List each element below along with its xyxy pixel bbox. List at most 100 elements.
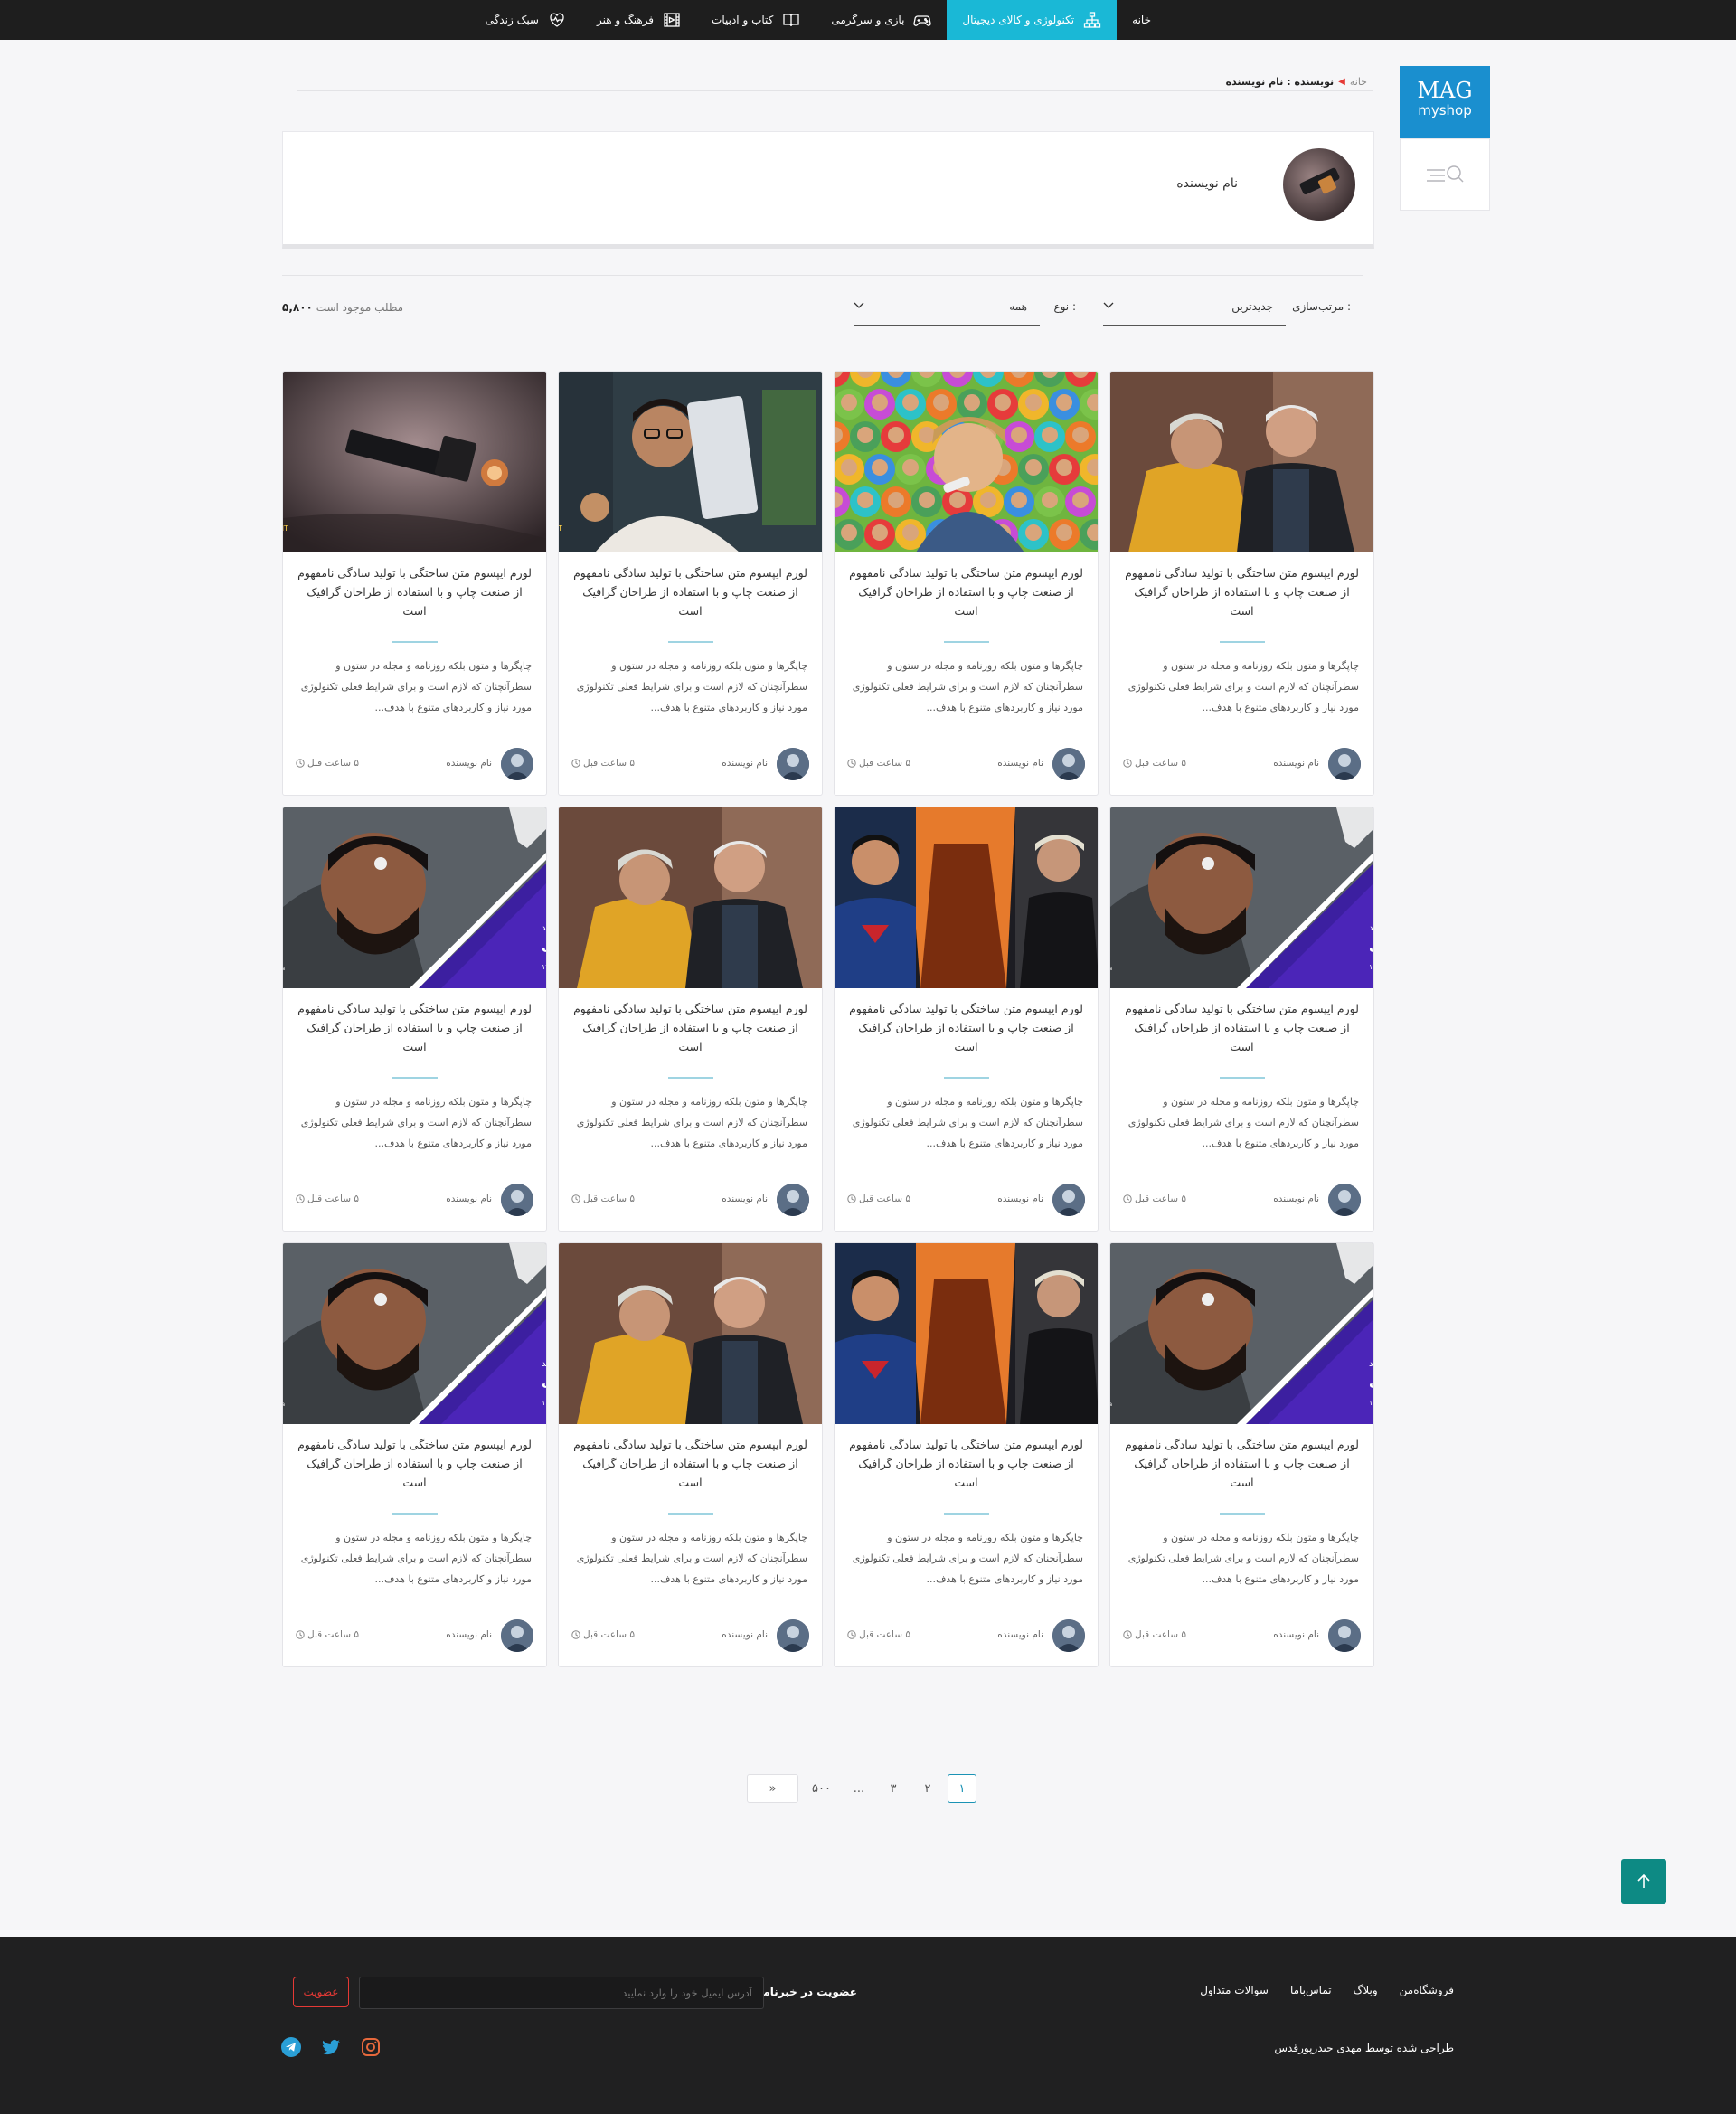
article-thumbnail[interactable]: راهنمای خرید هندزفری بلوتوثی تیرماه ۱۴۰۲ di… (283, 807, 546, 988)
telegram-icon[interactable] (280, 2036, 302, 2058)
author-avatar[interactable] (777, 1619, 809, 1652)
clock-icon (847, 759, 856, 768)
article-card[interactable]: راهنمای خرید هندزفری بلوتوثی تیرماه ۱۴۰۲ di… (1109, 807, 1374, 1232)
article-title[interactable]: لورم ایپسوم متن ساختگی با تولید سادگی نا… (1123, 1435, 1361, 1492)
site-logo[interactable]: MAG myshop (1400, 66, 1490, 138)
article-title[interactable]: لورم ایپسوم متن ساختگی با تولید سادگی نا… (296, 563, 533, 620)
author-name[interactable]: نام نویسنده (1273, 1629, 1319, 1640)
author-name[interactable]: نام نویسنده (446, 1629, 492, 1640)
search-filter-button[interactable] (1400, 138, 1490, 211)
article-card[interactable]: راهنمای خرید هندزفری بلوتوثی تیرماه ۱۴۰۲ di… (282, 807, 547, 1232)
nav-item-label: خانه (1132, 14, 1151, 26)
article-card[interactable]: لورم ایپسوم متن ساختگی با تولید سادگی نا… (1109, 371, 1374, 796)
article-title[interactable]: لورم ایپسوم متن ساختگی با تولید سادگی نا… (571, 1435, 809, 1492)
article-title[interactable]: لورم ایپسوم متن ساختگی با تولید سادگی نا… (571, 563, 809, 620)
article-thumbnail[interactable] (835, 372, 1098, 552)
article-card[interactable]: لورم ایپسوم متن ساختگی با تولید سادگی نا… (558, 1242, 823, 1667)
author-name[interactable]: نام نویسنده (997, 1194, 1043, 1204)
breadcrumb-home[interactable]: خانه (1350, 76, 1367, 88)
nav-item-culture[interactable]: فرهنگ و هنر (581, 0, 696, 40)
nav-item-lifestyle[interactable]: سبک زندگی (470, 0, 581, 40)
article-card[interactable]: راهنمای خرید هندزفری بلوتوثی تیرماه ۱۴۰۲ di… (282, 1242, 547, 1667)
article-card[interactable]: لورم ایپسوم متن ساختگی با تولید سادگی نا… (834, 807, 1099, 1232)
author-name[interactable]: نام نویسنده (722, 1629, 768, 1640)
article-thumbnail[interactable]: EXIT.ZOOMIT (559, 372, 822, 552)
nav-item-games[interactable]: بازی و سرگرمی (816, 0, 947, 40)
author-name[interactable]: نام نویسنده (722, 1194, 768, 1204)
article-card[interactable]: لورم ایپسوم متن ساختگی با تولید سادگی نا… (558, 807, 823, 1232)
svg-text:EXIT.ZOOMIT: EXIT.ZOOMIT (559, 524, 562, 533)
article-title[interactable]: لورم ایپسوم متن ساختگی با تولید سادگی نا… (847, 999, 1085, 1056)
author-name[interactable]: نام نویسنده (997, 1629, 1043, 1640)
author-avatar[interactable] (1052, 1184, 1085, 1216)
author-name[interactable]: نام نویسنده (722, 758, 768, 769)
title-divider (944, 1513, 989, 1515)
main-menu: خانه تکنولوژی و کالای دیجیتال بازی و سرگ… (470, 0, 1166, 40)
page-2[interactable]: ۲ (913, 1774, 942, 1803)
article-title[interactable]: لورم ایپسوم متن ساختگی با تولید سادگی نا… (571, 999, 809, 1056)
heart-pulse-icon (550, 13, 564, 27)
page-1[interactable]: ۱ (947, 1774, 976, 1803)
article-thumbnail[interactable] (559, 807, 822, 988)
author-name[interactable]: نام نویسنده (1273, 1194, 1319, 1204)
article-title[interactable]: لورم ایپسوم متن ساختگی با تولید سادگی نا… (847, 1435, 1085, 1492)
article-card[interactable]: EXIT.ZOOMIT لورم ایپسوم متن ساختگی با تو… (558, 371, 823, 796)
filter-divider (282, 275, 1363, 276)
article-thumbnail[interactable] (1110, 372, 1373, 552)
newsletter-email-input[interactable] (359, 1977, 764, 2009)
footer-link-contact[interactable]: تماس‌باما (1290, 1984, 1332, 1996)
footer-link-blog[interactable]: وبلاگ (1354, 1984, 1378, 1996)
article-thumbnail[interactable] (559, 1243, 822, 1424)
article-excerpt: چاپگرها و متون بلکه روزنامه و مجله در ست… (300, 1096, 532, 1149)
svg-text:هندزفری بلوتوثی: هندزفری بلوتوثی (542, 1373, 547, 1390)
chevron-down-icon (854, 302, 864, 308)
article-thumbnail[interactable]: ZOOMIT (283, 372, 546, 552)
article-title[interactable]: لورم ایپسوم متن ساختگی با تولید سادگی نا… (296, 999, 533, 1056)
article-thumbnail[interactable]: راهنمای خرید هندزفری بلوتوثی تیرماه ۱۴۰۲ di… (283, 1243, 547, 1424)
article-title[interactable]: لورم ایپسوم متن ساختگی با تولید سادگی نا… (1123, 999, 1361, 1056)
nav-item-label: بازی و سرگرمی (831, 14, 905, 26)
article-title[interactable]: لورم ایپسوم متن ساختگی با تولید سادگی نا… (1123, 563, 1361, 620)
page-3[interactable]: ۳ (879, 1774, 908, 1803)
article-title[interactable]: لورم ایپسوم متن ساختگی با تولید سادگی نا… (296, 1435, 533, 1492)
subscribe-button[interactable]: عضویت (293, 1977, 349, 2007)
article-card[interactable]: راهنمای خرید هندزفری بلوتوثی تیرماه ۱۴۰۲ di… (1109, 1242, 1374, 1667)
author-name[interactable]: نام نویسنده (1273, 758, 1319, 769)
author-avatar[interactable] (501, 748, 533, 780)
author-avatar[interactable] (1328, 748, 1361, 780)
article-thumbnail[interactable] (835, 807, 1098, 988)
nav-item-home[interactable]: خانه (1117, 0, 1166, 40)
article-thumbnail[interactable]: راهنمای خرید هندزفری بلوتوثی تیرماه ۱۴۰۲ di… (1110, 1243, 1373, 1424)
author-avatar[interactable] (1328, 1184, 1361, 1216)
article-card[interactable]: ZOOMIT لورم ایپسوم متن ساختگی با تولید س… (282, 371, 547, 796)
author-avatar[interactable] (1328, 1619, 1361, 1652)
twitter-icon[interactable] (320, 2036, 342, 2058)
author-name[interactable]: نام نویسنده (446, 1194, 492, 1204)
next-page-button[interactable]: » (747, 1774, 798, 1803)
article-thumbnail[interactable] (835, 1243, 1098, 1424)
footer-link-shop[interactable]: فروشگاه‌من (1400, 1984, 1454, 1996)
nav-item-technology[interactable]: تکنولوژی و کالای دیجیتال (947, 0, 1118, 40)
page-ellipsis: ... (853, 1781, 865, 1796)
back-to-top-button[interactable] (1621, 1859, 1666, 1904)
article-card[interactable]: لورم ایپسوم متن ساختگی با تولید سادگی نا… (834, 371, 1099, 796)
article-title[interactable]: لورم ایپسوم متن ساختگی با تولید سادگی نا… (847, 563, 1085, 620)
author-avatar[interactable] (501, 1619, 533, 1652)
author-avatar[interactable] (501, 1184, 533, 1216)
sort-select[interactable]: جدیدترین (1103, 289, 1286, 326)
author-name[interactable]: نام نویسنده (446, 758, 492, 769)
author-name[interactable]: نام نویسنده (997, 758, 1043, 769)
type-select[interactable]: همه (854, 289, 1040, 326)
title-divider (392, 641, 438, 643)
footer-link-faq[interactable]: سوالات متداول (1200, 1984, 1269, 1996)
author-avatar[interactable] (1052, 748, 1085, 780)
author-avatar[interactable] (1052, 1619, 1085, 1652)
article-thumbnail[interactable]: راهنمای خرید هندزفری بلوتوثی تیرماه ۱۴۰۲ di… (1110, 807, 1373, 988)
author-avatar[interactable] (777, 1184, 809, 1216)
nav-item-books[interactable]: کتاب و ادبیات (696, 0, 816, 40)
article-meta: نام نویسنده ۵ ساعت قبل (571, 1619, 809, 1652)
page-last[interactable]: ۵۰۰ (804, 1774, 839, 1803)
article-card[interactable]: لورم ایپسوم متن ساختگی با تولید سادگی نا… (834, 1242, 1099, 1667)
instagram-icon[interactable] (360, 2036, 382, 2058)
author-avatar[interactable] (777, 748, 809, 780)
